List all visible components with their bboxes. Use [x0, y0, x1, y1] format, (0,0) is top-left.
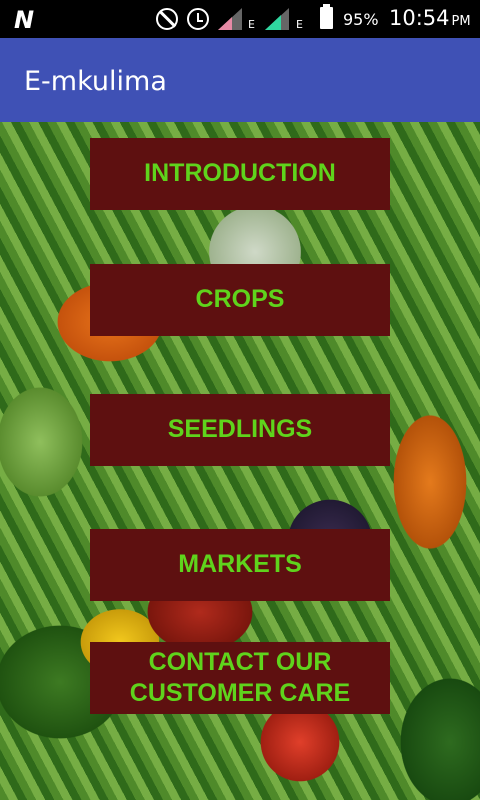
status-bar: N E E 95% 10:54 PM	[0, 0, 480, 38]
app-title: E-mkulima	[24, 66, 167, 97]
seedlings-button[interactable]: SEEDLINGS	[90, 394, 390, 466]
n-logo-icon: N	[14, 6, 35, 34]
contact-customer-care-button[interactable]: CONTACT OUR CUSTOMER CARE	[90, 642, 390, 714]
clock: 10:54 PM	[389, 6, 471, 30]
network-type-label: E	[296, 18, 303, 31]
clock-time: 10:54	[389, 6, 450, 30]
alarm-icon	[187, 8, 209, 30]
do-not-disturb-icon	[156, 8, 178, 30]
vegetable-background-image: INTRODUCTION CROPS SEEDLINGS MARKETS CON…	[0, 122, 480, 800]
signal-strength-icon	[218, 8, 242, 30]
crops-button[interactable]: CROPS	[90, 264, 390, 336]
introduction-button[interactable]: INTRODUCTION	[90, 138, 390, 210]
network-type-label: E	[248, 18, 255, 31]
battery-icon	[320, 4, 333, 29]
markets-button[interactable]: MARKETS	[90, 529, 390, 601]
battery-percent: 95%	[343, 10, 379, 29]
app-bar: E-mkulima	[0, 38, 480, 122]
signal-strength-icon	[265, 8, 289, 30]
clock-ampm: PM	[451, 14, 471, 29]
